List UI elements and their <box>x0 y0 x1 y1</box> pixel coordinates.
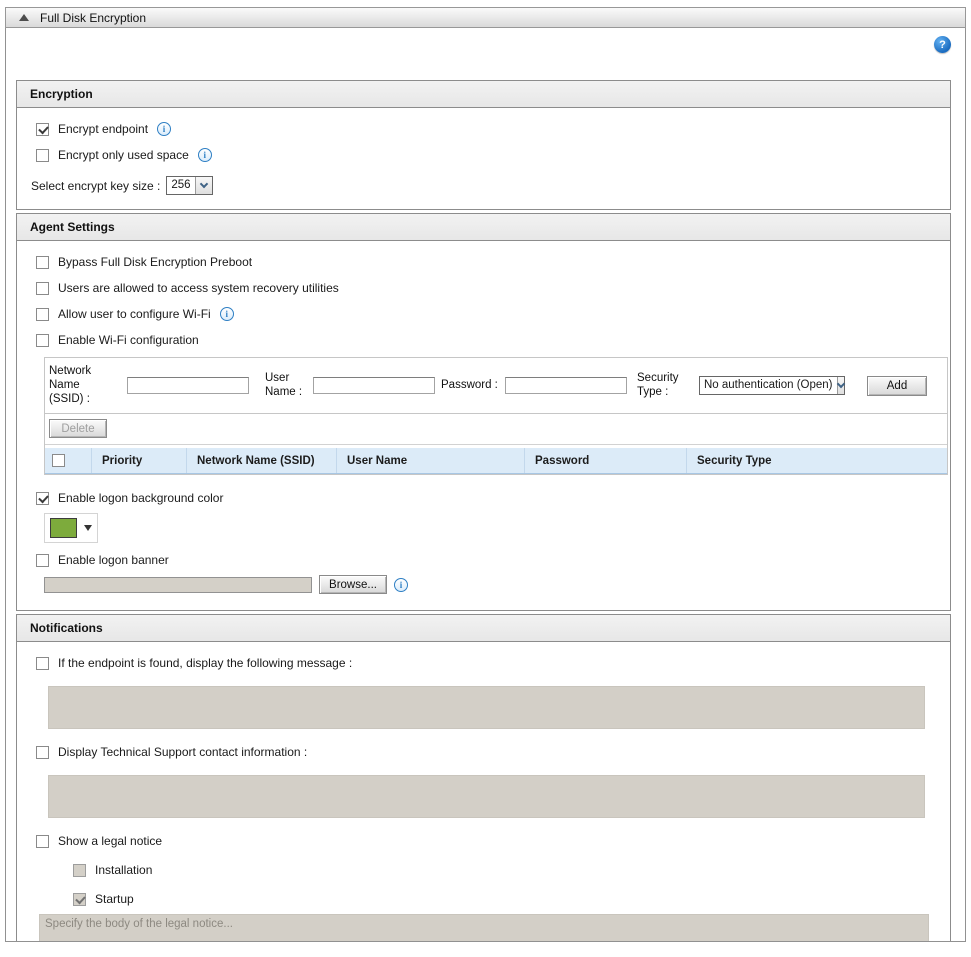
enable-wifi-label: Enable Wi-Fi configuration <box>58 333 199 347</box>
agent-settings-section-header: Agent Settings <box>17 214 950 241</box>
help-icon[interactable]: ? <box>934 36 951 53</box>
wifi-configuration-box: Network Name (SSID) : User Name : Passwo… <box>44 357 948 475</box>
tech-support-info-textarea[interactable] <box>48 775 925 818</box>
help-row: ? <box>16 36 951 60</box>
tech-support-checkbox[interactable] <box>36 746 49 759</box>
encrypt-used-space-label: Encrypt only used space <box>58 148 189 162</box>
encrypt-used-space-checkbox[interactable] <box>36 149 49 162</box>
legal-notice-installation-label: Installation <box>95 863 152 877</box>
logon-banner-browse-button[interactable]: Browse... <box>319 575 387 594</box>
full-disk-encryption-panel: ? Encryption Encrypt endpoint i Encrypt … <box>5 28 966 942</box>
logon-bg-color-checkbox[interactable] <box>36 492 49 505</box>
logon-color-swatch[interactable] <box>50 518 77 538</box>
legal-notice-startup-checkbox[interactable] <box>73 893 86 906</box>
encrypt-endpoint-info-icon[interactable]: i <box>157 122 171 136</box>
collapse-arrow-icon[interactable] <box>19 14 29 21</box>
endpoint-found-label: If the endpoint is found, display the fo… <box>58 656 352 670</box>
key-size-select[interactable]: 256 <box>166 176 212 195</box>
full-disk-encryption-section-toggle[interactable]: Full Disk Encryption <box>5 7 966 28</box>
encrypt-endpoint-checkbox[interactable] <box>36 123 49 136</box>
wifi-security-type-label: Security Type : <box>637 372 689 400</box>
endpoint-found-message-textarea[interactable] <box>48 686 925 729</box>
wifi-table-header-password: Password <box>524 448 686 473</box>
allow-wifi-info-icon[interactable]: i <box>220 307 234 321</box>
tech-support-label: Display Technical Support contact inform… <box>58 745 307 759</box>
wifi-user-name-input[interactable] <box>313 377 435 394</box>
logon-banner-checkbox[interactable] <box>36 554 49 567</box>
wifi-security-type-dropdown-arrow-icon[interactable] <box>837 377 845 394</box>
agent-settings-section: Agent Settings Bypass Full Disk Encrypti… <box>16 213 951 611</box>
bypass-preboot-checkbox[interactable] <box>36 256 49 269</box>
encryption-section: Encryption Encrypt endpoint i Encrypt on… <box>16 80 951 210</box>
legal-notice-startup-label: Startup <box>95 892 134 906</box>
logon-banner-info-icon[interactable]: i <box>394 578 408 592</box>
wifi-add-button[interactable]: Add <box>867 376 927 396</box>
wifi-security-type-select[interactable]: No authentication (Open) <box>699 376 845 395</box>
key-size-value: 256 <box>167 177 194 194</box>
wifi-security-type-value: No authentication (Open) <box>700 377 837 394</box>
logon-bg-color-label: Enable logon background color <box>58 491 223 505</box>
allow-wifi-checkbox[interactable] <box>36 308 49 321</box>
logon-banner-path-input[interactable] <box>44 577 312 593</box>
wifi-table-header-priority: Priority <box>91 448 186 473</box>
encrypt-used-space-info-icon[interactable]: i <box>198 148 212 162</box>
key-size-dropdown-arrow-icon[interactable] <box>195 177 212 194</box>
wifi-table-select-all-checkbox[interactable] <box>52 454 65 467</box>
allow-wifi-label: Allow user to configure Wi-Fi <box>58 307 211 321</box>
wifi-password-input[interactable] <box>505 377 627 394</box>
wifi-delete-button[interactable]: Delete <box>49 419 107 438</box>
page-title: Full Disk Encryption <box>40 11 146 25</box>
color-dropdown-arrow-icon[interactable] <box>84 525 92 531</box>
notifications-section-header: Notifications <box>17 615 950 642</box>
wifi-table-header-user-name: User Name <box>336 448 524 473</box>
encryption-section-header: Encryption <box>17 81 950 108</box>
enable-wifi-checkbox[interactable] <box>36 334 49 347</box>
endpoint-found-checkbox[interactable] <box>36 657 49 670</box>
notifications-section: Notifications If the endpoint is found, … <box>16 614 951 942</box>
wifi-user-name-label: User Name : <box>265 372 309 400</box>
wifi-network-name-input[interactable] <box>127 377 249 394</box>
wifi-network-name-label: Network Name (SSID) : <box>49 365 111 406</box>
logon-bg-color-picker[interactable] <box>44 513 98 543</box>
recovery-utilities-checkbox[interactable] <box>36 282 49 295</box>
recovery-utilities-label: Users are allowed to access system recov… <box>58 281 339 295</box>
key-size-label: Select encrypt key size : <box>31 179 160 193</box>
legal-notice-label: Show a legal notice <box>58 834 162 848</box>
wifi-table-header-row: Priority Network Name (SSID) User Name P… <box>45 448 947 474</box>
legal-notice-checkbox[interactable] <box>36 835 49 848</box>
legal-notice-installation-checkbox[interactable] <box>73 864 86 877</box>
wifi-password-label: Password : <box>441 379 499 393</box>
bypass-preboot-label: Bypass Full Disk Encryption Preboot <box>58 255 252 269</box>
wifi-table-header-security-type: Security Type <box>686 448 947 473</box>
legal-notice-body-textarea[interactable] <box>39 914 929 942</box>
wifi-table-header-network-name: Network Name (SSID) <box>186 448 336 473</box>
encrypt-endpoint-label: Encrypt endpoint <box>58 122 148 136</box>
logon-banner-label: Enable logon banner <box>58 553 169 567</box>
